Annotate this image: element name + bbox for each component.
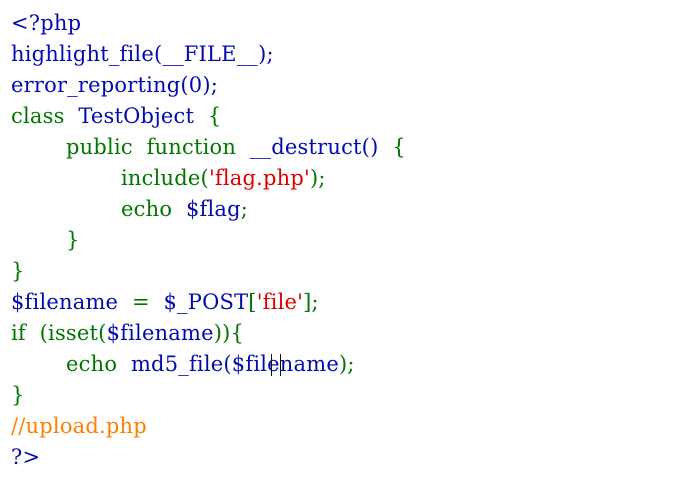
code-line: <?php <box>11 8 406 39</box>
code-token-default: md5_file( <box>130 352 232 376</box>
code-line: include('flag.php'); <box>11 163 406 194</box>
code-token-default <box>11 166 121 190</box>
code-token-keyword: ); <box>310 166 326 190</box>
code-line: //upload.php <box>11 411 406 442</box>
code-token-comment: //upload.php <box>11 414 147 438</box>
code-token-default: __destruct() <box>249 135 379 159</box>
code-token-keyword: = <box>118 290 164 314</box>
code-line: if (isset($filename)){ <box>11 318 406 349</box>
code-token-keyword: public function <box>66 135 250 159</box>
code-token-keyword: echo <box>66 352 131 376</box>
code-token-keyword: [ <box>248 290 257 314</box>
code-token-default: $filename <box>106 321 214 345</box>
code-token-keyword: } <box>66 228 80 252</box>
code-line: } <box>11 256 406 287</box>
code-token-keyword: echo <box>121 197 186 221</box>
code-token-default: ?> <box>11 445 41 469</box>
code-token-keyword: include( <box>121 166 209 190</box>
php-source-code-block: <?php highlight_file(__FILE__); error_repo… <box>11 8 406 473</box>
code-token-default: error_reporting(0); <box>11 73 219 97</box>
code-token-keyword: class <box>11 104 65 128</box>
code-token-default: TestObject <box>64 104 208 128</box>
code-token-default <box>11 352 66 376</box>
code-token-default <box>11 228 66 252</box>
code-token-default: highlight_file(__FILE__); <box>11 42 274 66</box>
code-line: ?> <box>11 442 406 473</box>
code-line: echo md5_file($filename); <box>11 349 406 380</box>
code-token-default: $_POST <box>163 290 249 314</box>
code-line: $filename = $_POST['file']; <box>11 287 406 318</box>
code-token-default <box>11 197 121 221</box>
code-token-keyword: ]; <box>303 290 319 314</box>
code-line: class TestObject { <box>11 101 406 132</box>
code-token-keyword: } <box>11 383 25 407</box>
code-line: public function __destruct() { <box>11 132 406 163</box>
code-token-keyword: (isset( <box>39 321 107 345</box>
code-line: highlight_file(__FILE__); <box>11 39 406 70</box>
code-token-keyword: )){ <box>213 321 245 345</box>
code-token-keyword: { <box>378 135 406 159</box>
code-token-keyword: ); <box>338 352 355 376</box>
code-token-default: $filename <box>231 352 339 376</box>
code-line: error_reporting(0); <box>11 70 406 101</box>
code-token-keyword: } <box>11 259 25 283</box>
code-token-keyword: if <box>11 321 40 345</box>
code-token-string: 'flag.php' <box>208 166 311 190</box>
code-token-default: <?php <box>11 11 82 35</box>
text-cursor-ibeam-icon <box>271 354 281 376</box>
code-line: } <box>11 225 406 256</box>
code-line: } <box>11 380 406 411</box>
code-token-string: 'file' <box>256 290 304 314</box>
code-line: echo $flag; <box>11 194 406 225</box>
code-token-default: $flag <box>185 197 241 221</box>
code-token-keyword: { <box>207 104 222 128</box>
code-token-default: $filename <box>11 290 119 314</box>
code-token-keyword: ; <box>240 197 249 221</box>
code-token-default <box>11 135 66 159</box>
